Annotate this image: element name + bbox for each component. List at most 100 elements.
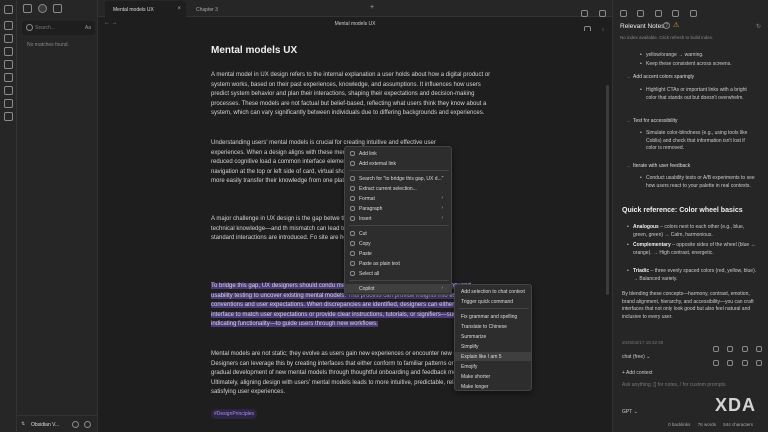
refresh-icon[interactable]: ↻ bbox=[756, 23, 761, 30]
outline-icon[interactable] bbox=[654, 10, 662, 17]
help-icon[interactable] bbox=[72, 421, 79, 428]
search-icon[interactable] bbox=[38, 4, 47, 13]
copilot-simplify[interactable]: Simplify bbox=[455, 342, 531, 351]
menu-copilot[interactable]: Copilot › bbox=[345, 284, 451, 293]
chat-input[interactable]: Ask anything. [[ for notes, / for custom… bbox=[622, 382, 727, 388]
extract-icon bbox=[350, 186, 355, 191]
right-panel: Relevant Notes ? ⚠ ↻ No index available.… bbox=[612, 0, 768, 432]
copy-icon[interactable] bbox=[727, 346, 734, 352]
view-title: Mental models UX bbox=[334, 21, 376, 27]
note-bullet: Conduct usability tests or A/B experimen… bbox=[640, 175, 756, 190]
search-placeholder: Search... bbox=[35, 25, 56, 31]
tag-design-principles[interactable]: #DesignPrinciples bbox=[211, 409, 258, 419]
save-icon[interactable] bbox=[727, 360, 734, 366]
add-context-button[interactable]: + Add context bbox=[622, 370, 652, 376]
copilot-fix-grammar[interactable]: Fix grammar and spelling bbox=[455, 312, 531, 321]
editor-scrollbar[interactable] bbox=[606, 85, 609, 295]
note-bullet: Keep these consistent across screens. bbox=[640, 61, 756, 69]
quick-ref-item: Triadic – three evenly spaced colors (re… bbox=[627, 268, 757, 283]
new-tab-button[interactable]: + bbox=[370, 4, 374, 11]
files-icon[interactable] bbox=[4, 21, 13, 30]
canvas-icon[interactable] bbox=[4, 73, 13, 82]
layout-icon[interactable] bbox=[599, 10, 606, 17]
terminal-icon[interactable] bbox=[4, 99, 13, 108]
close-icon[interactable]: × bbox=[177, 6, 181, 12]
paragraph-5[interactable]: Mental models are not static; they evolv… bbox=[211, 350, 491, 398]
copilot-longer[interactable]: Make longer bbox=[455, 382, 531, 391]
sidebar-toggle-icon[interactable] bbox=[4, 5, 13, 14]
menu-add-external-link[interactable]: Add external link bbox=[345, 159, 451, 168]
menu-paste[interactable]: Paste bbox=[345, 249, 451, 258]
menu-paste-plain[interactable]: Paste as plain text bbox=[345, 259, 451, 268]
bookmark-icon[interactable] bbox=[53, 4, 62, 13]
copilot-eli5[interactable]: Explain like I am 5 bbox=[455, 352, 531, 361]
document-icon[interactable] bbox=[4, 47, 13, 56]
copilot-translate[interactable]: Translate to Chinese bbox=[455, 322, 531, 331]
copilot-emojify[interactable]: Emojify bbox=[455, 362, 531, 371]
more-icon[interactable] bbox=[756, 360, 762, 366]
summary-paragraph: By blending these concepts—harmony, cont… bbox=[622, 291, 754, 320]
chevron-down-icon[interactable] bbox=[580, 10, 588, 17]
model-select[interactable]: GPT ⌄ bbox=[622, 409, 638, 415]
tab-mental-models[interactable]: Mental models UX × bbox=[105, 1, 186, 17]
settings-icon[interactable] bbox=[84, 421, 91, 428]
insert-icon bbox=[350, 216, 355, 221]
warning-icon: ⚠ bbox=[673, 22, 680, 29]
menu-cut[interactable]: Cut bbox=[345, 229, 451, 238]
match-case-toggle[interactable]: Aa bbox=[85, 25, 91, 31]
folder-icon[interactable] bbox=[23, 4, 32, 13]
backlinks-count[interactable]: 0 backlinks bbox=[668, 422, 690, 427]
note-heading: ⌄ Add accent colors sparingly bbox=[627, 74, 695, 80]
format-icon bbox=[350, 196, 355, 201]
external-link-icon bbox=[350, 161, 355, 166]
vault-switcher[interactable]: ⇅ Obsidian V... bbox=[17, 415, 98, 432]
right-toolbar bbox=[620, 4, 703, 22]
insert-icon[interactable] bbox=[741, 346, 748, 352]
graph-icon[interactable] bbox=[4, 60, 13, 69]
relevant-notes-title: Relevant Notes bbox=[620, 23, 665, 30]
paragraph-icon bbox=[350, 206, 355, 211]
char-count: 544 characters bbox=[723, 422, 753, 427]
toggle-icon[interactable] bbox=[620, 10, 627, 17]
left-sidebar: Search... Aa No matches found. ⇅ Obsidia… bbox=[17, 0, 98, 432]
status-bar: 0 backlinks 76 words 544 characters bbox=[662, 422, 753, 427]
copilot-quick-command[interactable]: Trigger quick command bbox=[455, 297, 531, 306]
copilot-summarize[interactable]: Summarize bbox=[455, 332, 531, 341]
tag-icon[interactable] bbox=[637, 10, 645, 17]
copilot-add-selection[interactable]: Add selection to chat context bbox=[455, 287, 531, 296]
search-icon bbox=[26, 24, 33, 31]
copilot-icon[interactable] bbox=[689, 10, 697, 17]
note-heading: ⌄ Test for accessibility bbox=[627, 118, 678, 124]
chat-icon[interactable] bbox=[4, 112, 13, 121]
menu-format[interactable]: Format › bbox=[345, 194, 451, 203]
quick-ref-item: Analogous – colors next to each other (e… bbox=[627, 224, 757, 239]
history-icon[interactable] bbox=[741, 360, 748, 366]
edit-icon[interactable] bbox=[712, 346, 719, 352]
context-menu: Add link Add external link Search for "t… bbox=[344, 146, 452, 295]
vault-name: Obsidian V... bbox=[31, 422, 60, 428]
menu-copy[interactable]: Copy bbox=[345, 239, 451, 248]
copilot-submenu: Add selection to chat context Trigger qu… bbox=[454, 284, 532, 391]
menu-select-all[interactable]: Select all bbox=[345, 269, 451, 278]
list-icon[interactable] bbox=[672, 10, 680, 17]
menu-insert[interactable]: Insert › bbox=[345, 214, 451, 223]
menu-paragraph[interactable]: Paragraph › bbox=[345, 204, 451, 213]
copilot-shorter[interactable]: Make shorter bbox=[455, 372, 531, 381]
search-icon bbox=[350, 176, 355, 181]
menu-add-link[interactable]: Add link bbox=[345, 149, 451, 158]
help-icon[interactable]: ? bbox=[663, 22, 670, 29]
new-chat-icon[interactable] bbox=[712, 360, 719, 366]
select-all-icon bbox=[350, 271, 355, 276]
word-count: 76 words bbox=[697, 422, 716, 427]
menu-search-for[interactable]: Search for "to bridge this gap, UX d..." bbox=[345, 174, 451, 183]
delete-icon[interactable] bbox=[756, 346, 762, 352]
chat-tools bbox=[709, 353, 762, 371]
chat-mode-select[interactable]: chat (free) ⌄ bbox=[622, 354, 650, 360]
tab-chapter-3[interactable]: Chapter 3 bbox=[188, 1, 268, 17]
calendar-icon[interactable] bbox=[4, 34, 13, 43]
note-bullet: Highlight CTAs or important links with a… bbox=[640, 87, 756, 102]
paragraph-1[interactable]: A mental model in UX design refers to th… bbox=[211, 71, 491, 119]
menu-extract-selection[interactable]: Extract current selection... bbox=[345, 184, 451, 193]
copy-icon[interactable] bbox=[4, 86, 13, 95]
search-input[interactable]: Search... Aa bbox=[22, 21, 95, 35]
